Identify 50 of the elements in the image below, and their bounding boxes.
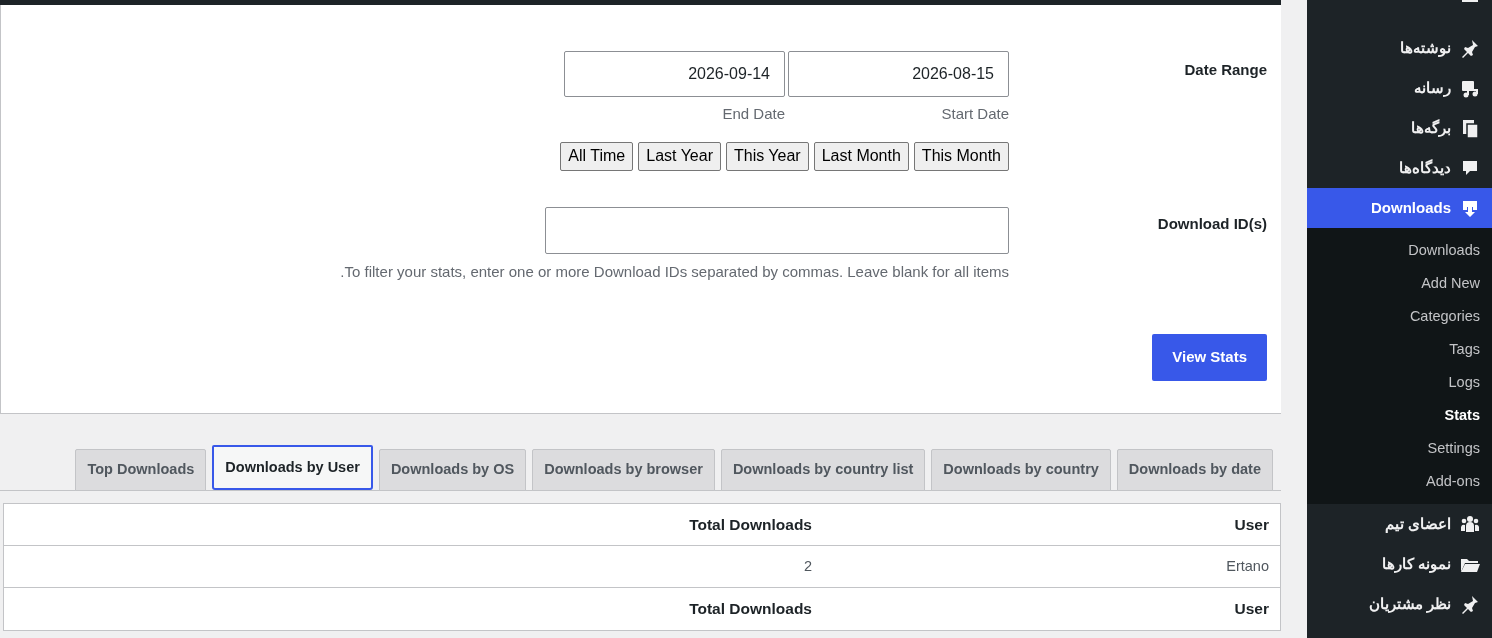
pages-icon [1460, 118, 1480, 138]
column-header: User [1233, 514, 1270, 535]
submenu-item[interactable]: Logs [1307, 366, 1492, 399]
pin-icon [1460, 594, 1480, 614]
field-label: Date Range [1183, 60, 1268, 80]
submenu-item[interactable]: Settings [1307, 432, 1492, 465]
column-header: Total Downloads [689, 514, 813, 535]
column-header: Total Downloads [689, 599, 813, 620]
submenu-item[interactable]: Tags [1307, 333, 1492, 366]
field-label: Download ID(s) [1156, 213, 1268, 234]
download-icon [1460, 198, 1480, 218]
view-stats-button[interactable]: View Stats [1152, 334, 1267, 381]
start-date-field[interactable]: 2026-08-15 [788, 51, 1009, 97]
sidebar-item[interactable]: نظر مشتریان [1307, 584, 1492, 624]
tab[interactable]: Downloads by country list [720, 449, 926, 491]
preset-button[interactable]: This Month [913, 141, 1009, 171]
sidebar-item[interactable]: برگه‌ها [1307, 108, 1492, 148]
media-icon [1460, 78, 1480, 98]
tab[interactable]: Downloads by OS [378, 449, 527, 491]
submenu-item[interactable]: Stats [1307, 399, 1492, 432]
field-caption: End Date [722, 104, 785, 124]
people-icon [1460, 514, 1480, 534]
tab[interactable]: Downloads by country [931, 449, 1111, 491]
sidebar-item[interactable]: اعضای تیم [1307, 504, 1492, 544]
tab[interactable]: Downloads by browser [532, 449, 715, 491]
submenu-item[interactable]: Categories [1307, 300, 1492, 333]
preset-button[interactable]: This Year [726, 141, 809, 171]
sidebar-item[interactable]: نمونه کارها [1307, 544, 1492, 584]
submenu-item[interactable]: Add New [1307, 267, 1492, 300]
pin-icon [1460, 38, 1480, 58]
sidebar-item[interactable]: نوشته‌ها [1307, 28, 1492, 68]
table-cell-text: 2 [803, 556, 813, 576]
preset-button[interactable]: Last Year [638, 141, 721, 171]
end-date-field[interactable]: 2026-09-14 [564, 51, 785, 97]
speech-bubble-icon [1460, 158, 1480, 178]
download-id-field[interactable] [545, 206, 1009, 254]
preset-button[interactable]: All Time [560, 141, 634, 171]
submenu-item[interactable]: Add-ons [1307, 465, 1492, 498]
preset-button[interactable]: Last Month [813, 141, 909, 171]
sidebar-item[interactable]: رسانه [1307, 68, 1492, 108]
sidebar-item[interactable]: Downloads [1307, 188, 1492, 228]
tab[interactable]: Top Downloads [75, 449, 207, 491]
field-caption: Start Date [941, 104, 1009, 124]
submenu-item[interactable]: Downloads [1307, 234, 1492, 267]
tab[interactable]: Downloads by date [1116, 449, 1273, 491]
tab[interactable]: Downloads by User [212, 445, 373, 490]
table-cell-text: Ertano [1225, 556, 1270, 576]
sidebar-item[interactable]: دیدگاه‌ها [1307, 148, 1492, 188]
help-text: To filter your stats, enter one or more Download IDs separated by commas. Leave blank for all items. [340, 261, 1009, 282]
column-header: User [1233, 599, 1270, 620]
